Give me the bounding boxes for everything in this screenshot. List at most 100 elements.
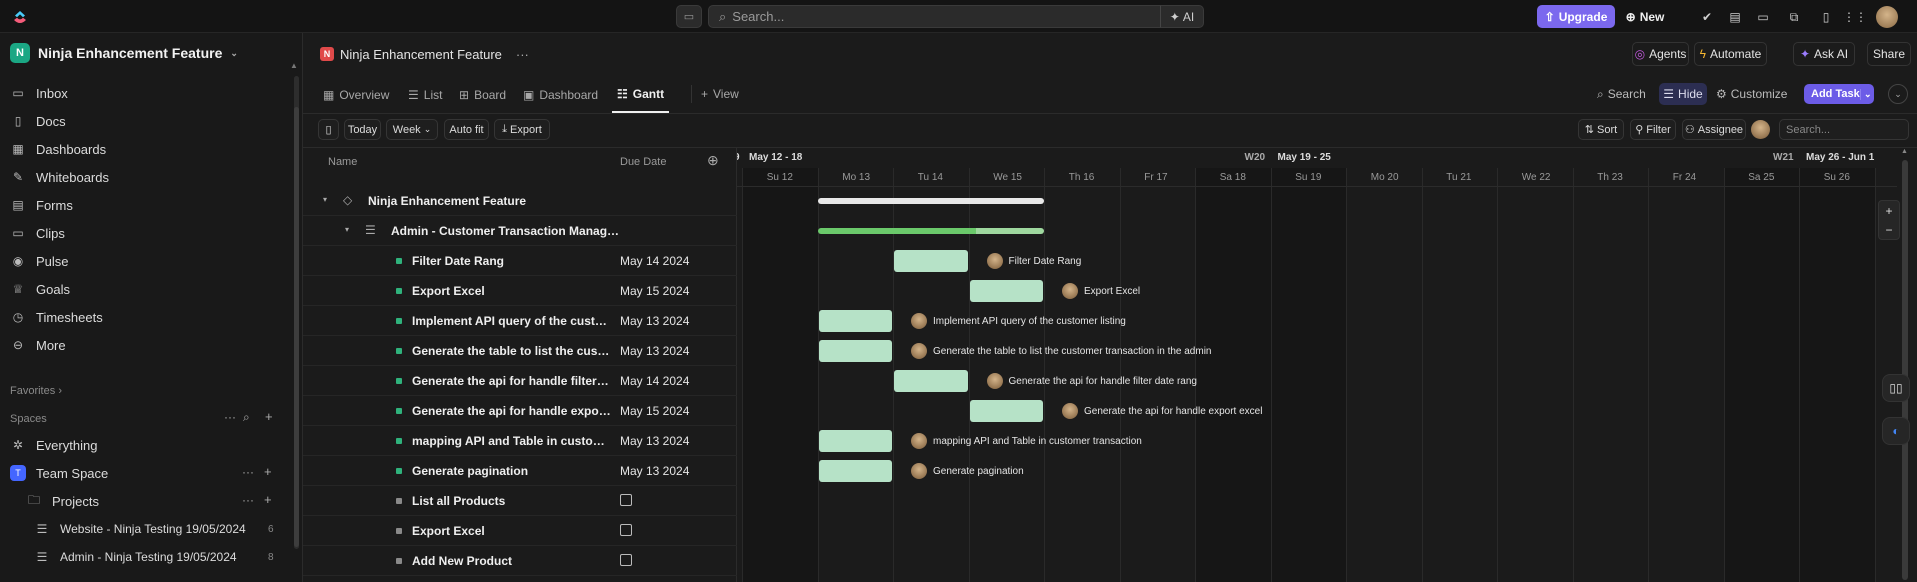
new-button[interactable]: ⊕ New bbox=[1620, 5, 1670, 28]
task-due-date[interactable]: May 14 2024 bbox=[620, 374, 689, 388]
sidebar-item-more[interactable]: ⊖ More bbox=[10, 334, 66, 356]
zoom-in-button[interactable]: + bbox=[1885, 204, 1892, 218]
status-dot[interactable] bbox=[396, 408, 402, 414]
google-icon[interactable]: ◐ bbox=[1882, 417, 1910, 445]
week-dropdown[interactable]: Week ⌄ bbox=[386, 119, 438, 140]
share-button[interactable]: Share bbox=[1867, 42, 1911, 66]
assignee-avatar[interactable] bbox=[1062, 403, 1078, 419]
task-bar[interactable] bbox=[969, 280, 1043, 302]
projects-more-icon[interactable]: ··· bbox=[242, 493, 254, 507]
status-dot[interactable] bbox=[396, 288, 402, 294]
more-options-icon[interactable]: ··· bbox=[516, 47, 529, 62]
tab-list[interactable]: ☰ List bbox=[408, 76, 442, 113]
book-icon[interactable]: ▯▯ bbox=[1882, 374, 1910, 402]
task-due-date[interactable]: May 13 2024 bbox=[620, 464, 689, 478]
sidebar-item-dashboards[interactable]: ▦ Dashboards bbox=[10, 138, 106, 160]
sidebar-item-inbox[interactable]: ▭ Inbox bbox=[10, 82, 67, 104]
caret-down-icon[interactable]: ▾ bbox=[345, 225, 349, 234]
task-due-date[interactable]: May 13 2024 bbox=[620, 344, 689, 358]
assignee-avatar[interactable] bbox=[986, 253, 1003, 269]
collapse-header-icon[interactable]: ⌄ bbox=[1888, 84, 1908, 104]
task-row[interactable]: Generate the table to list the custo... M… bbox=[303, 336, 737, 366]
add-task-button[interactable]: Add Task ⌄ bbox=[1804, 84, 1874, 104]
status-dot[interactable] bbox=[396, 498, 402, 504]
status-dot[interactable] bbox=[396, 258, 402, 264]
task-row[interactable]: Filter Date Rang May 14 2024 bbox=[303, 246, 737, 276]
user-avatar[interactable] bbox=[1876, 6, 1898, 28]
tab-dashboard[interactable]: ▣ Dashboard bbox=[523, 76, 598, 113]
clips-icon[interactable]: ⧉ bbox=[1786, 9, 1802, 25]
task-row[interactable]: List all Products bbox=[303, 486, 737, 516]
video-icon[interactable]: ▭ bbox=[1755, 9, 1771, 25]
auto-fit-button[interactable]: Auto fit bbox=[444, 119, 489, 140]
assignee-avatar[interactable] bbox=[911, 463, 927, 479]
tab-gantt[interactable]: ☷ Gantt bbox=[612, 76, 670, 113]
projects-add-icon[interactable]: + bbox=[264, 492, 272, 507]
spaces-more-icon[interactable]: ··· bbox=[224, 410, 236, 424]
assignee-avatar[interactable] bbox=[911, 343, 927, 359]
sidebar-list-website[interactable]: ☰ Website - Ninja Testing 19/05/2024 bbox=[34, 518, 246, 540]
apps-grid-icon[interactable]: ⋮⋮ bbox=[1843, 9, 1867, 25]
task-bar[interactable] bbox=[818, 340, 892, 362]
scroll-up-icon[interactable]: ▲ bbox=[1901, 148, 1909, 158]
column-header-due-date[interactable]: Due Date bbox=[620, 156, 666, 168]
tab-overview[interactable]: ▦ Overview bbox=[323, 76, 389, 113]
sidebar-item-team-space[interactable]: T Team Space bbox=[10, 462, 108, 484]
assignee-avatar[interactable] bbox=[986, 373, 1003, 389]
task-due-date[interactable]: May 15 2024 bbox=[620, 404, 689, 418]
filter-button[interactable]: ⚲ Filter bbox=[1630, 119, 1676, 140]
status-dot[interactable] bbox=[396, 378, 402, 384]
assignee-avatar[interactable] bbox=[911, 313, 927, 329]
sidebar-list-admin[interactable]: ☰ Admin - Ninja Testing 19/05/2024 bbox=[34, 546, 237, 568]
sidebar-item-everything[interactable]: ✲ Everything bbox=[10, 434, 97, 456]
tab-board[interactable]: ⊞ Board bbox=[459, 76, 506, 113]
favorites-section[interactable]: Favorites › bbox=[10, 385, 62, 397]
task-due-date[interactable]: May 15 2024 bbox=[620, 284, 689, 298]
task-row[interactable]: Implement API query of the custo... May 1… bbox=[303, 306, 737, 336]
status-dot[interactable] bbox=[396, 528, 402, 534]
today-button[interactable]: Today bbox=[344, 119, 381, 140]
task-row[interactable]: Export Excel May 15 2024 bbox=[303, 276, 737, 306]
task-bar[interactable] bbox=[818, 310, 892, 332]
ask-ai-button[interactable]: ✦ Ask AI bbox=[1793, 42, 1855, 66]
task-bar[interactable] bbox=[818, 460, 892, 482]
list-row[interactable]: ▾ ☰ Admin - Customer Transaction Manage.… bbox=[303, 216, 737, 246]
folder-row[interactable]: ▾ ◇ Ninja Enhancement Feature bbox=[303, 186, 737, 216]
sidebar-scrollbar-thumb[interactable] bbox=[294, 107, 299, 547]
gantt-scrollbar-thumb[interactable] bbox=[1902, 160, 1908, 580]
gantt-search-input[interactable]: Search... bbox=[1779, 119, 1909, 140]
collapse-up-icon[interactable]: ▲ bbox=[290, 61, 298, 70]
breadcrumb[interactable]: N Ninja Enhancement Feature ··· bbox=[320, 44, 529, 64]
gantt-scrollbar[interactable]: ▲ bbox=[1897, 148, 1917, 582]
sidebar-item-pulse[interactable]: ◉ Pulse bbox=[10, 250, 69, 272]
global-search-input[interactable]: ⌕ Search... bbox=[708, 5, 1168, 28]
sidebar-item-docs[interactable]: ▯ Docs bbox=[10, 110, 66, 132]
notepad-icon[interactable]: ▤ bbox=[1727, 9, 1743, 25]
task-due-date[interactable]: May 14 2024 bbox=[620, 254, 689, 268]
status-dot[interactable] bbox=[396, 318, 402, 324]
sidebar-item-timesheets[interactable]: ◷ Timesheets bbox=[10, 306, 103, 328]
task-bar[interactable] bbox=[818, 430, 892, 452]
zoom-out-button[interactable]: − bbox=[1885, 223, 1892, 237]
clickup-logo-icon[interactable] bbox=[12, 9, 28, 25]
team-space-add-icon[interactable]: + bbox=[264, 464, 272, 479]
task-row[interactable]: Generate pagination May 13 2024 bbox=[303, 456, 737, 486]
assignee-avatar[interactable] bbox=[1751, 120, 1770, 139]
task-bar[interactable] bbox=[894, 250, 968, 272]
calendar-icon[interactable] bbox=[620, 494, 632, 506]
hide-button[interactable]: ☰ Hide bbox=[1659, 83, 1707, 105]
status-dot[interactable] bbox=[396, 558, 402, 564]
list-summary-bar[interactable] bbox=[817, 228, 1044, 234]
task-due-date[interactable]: May 13 2024 bbox=[620, 434, 689, 448]
upgrade-button[interactable]: ⇧ Upgrade bbox=[1537, 5, 1615, 28]
view-search-button[interactable]: ⌕ Search bbox=[1597, 84, 1646, 104]
ai-button[interactable]: ✦ AI bbox=[1160, 5, 1204, 28]
sort-button[interactable]: ⇅ Sort bbox=[1578, 119, 1624, 140]
calendar-icon[interactable] bbox=[620, 524, 632, 536]
task-bar[interactable] bbox=[894, 370, 968, 392]
caret-down-icon[interactable]: ▾ bbox=[323, 195, 327, 204]
task-due-date[interactable]: May 13 2024 bbox=[620, 314, 689, 328]
assignee-avatar[interactable] bbox=[1062, 283, 1078, 299]
folder-summary-bar[interactable] bbox=[817, 198, 1044, 204]
task-row[interactable]: Add New Product bbox=[303, 546, 737, 576]
